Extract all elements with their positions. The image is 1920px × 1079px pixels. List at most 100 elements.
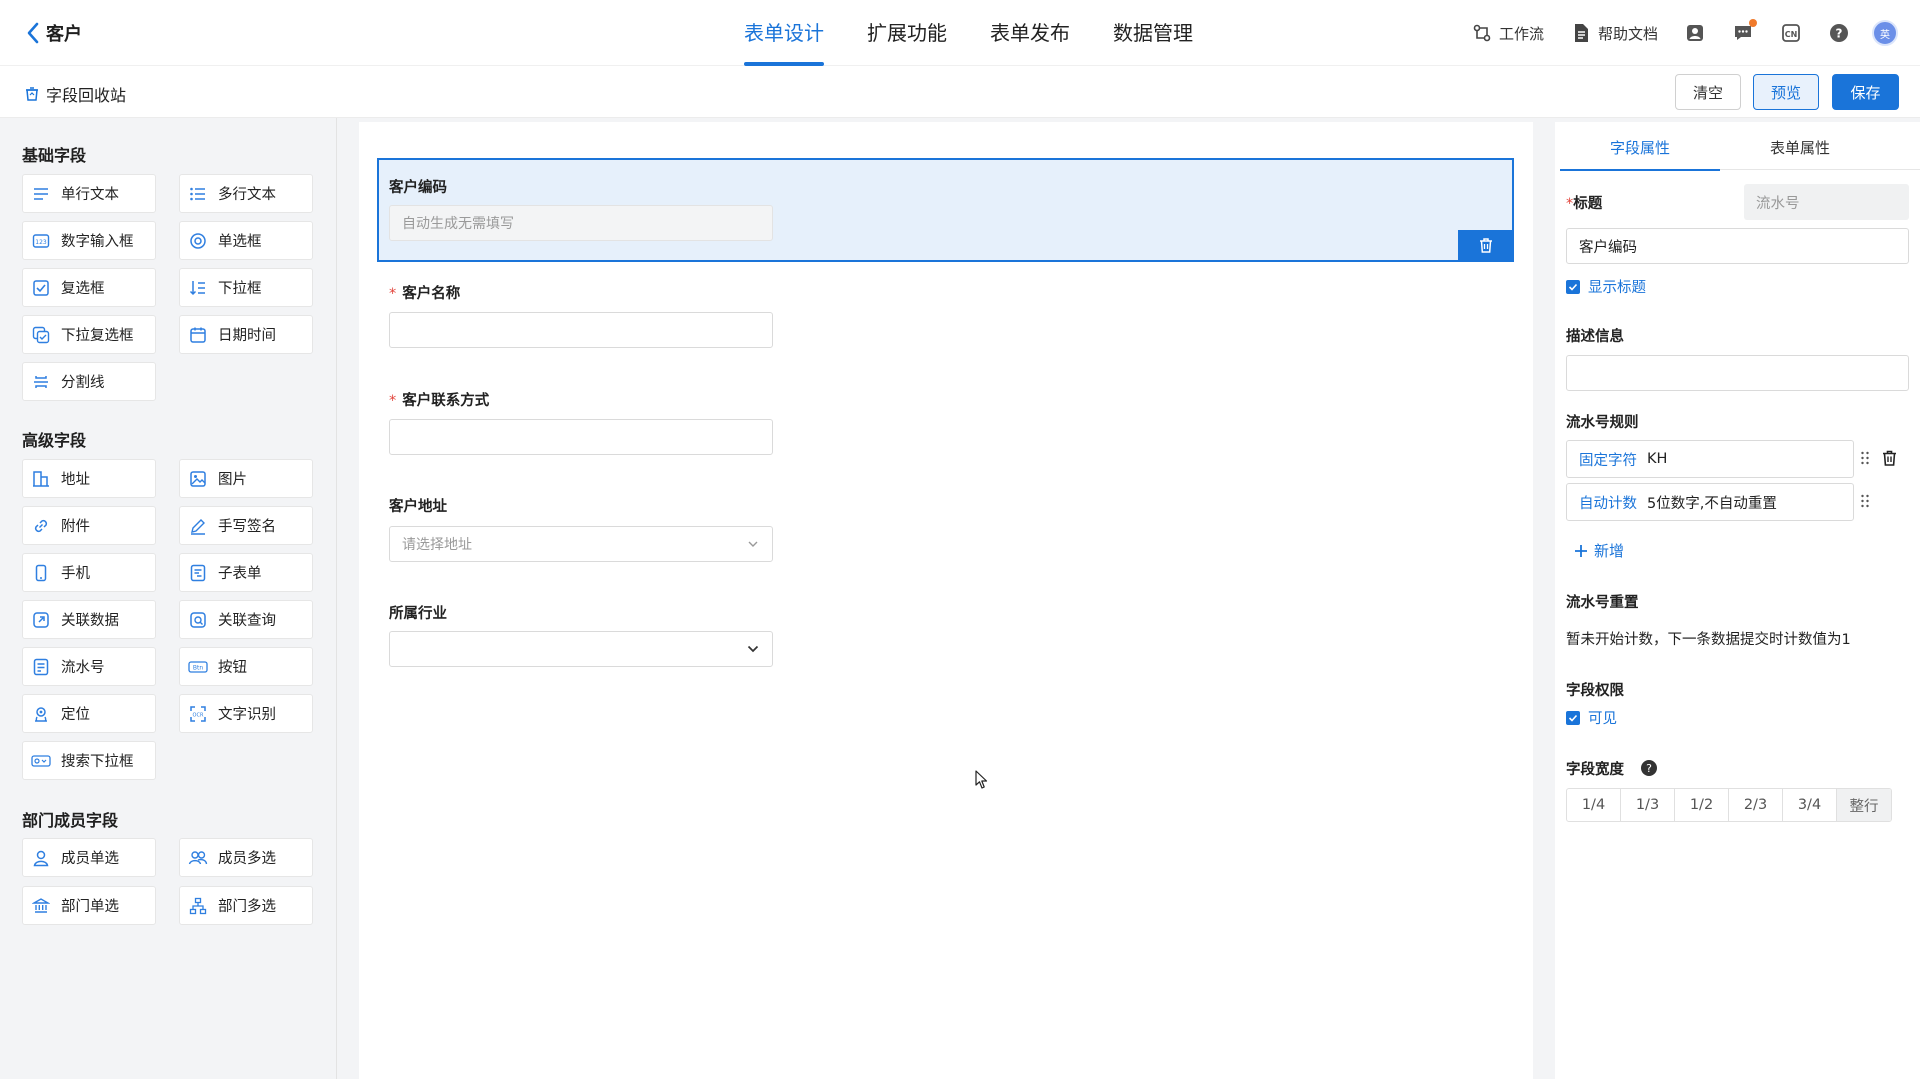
svg-text:OCR: OCR: [193, 712, 204, 718]
palette-item-ocr[interactable]: OCR 文字识别: [179, 694, 313, 733]
add-rule-button[interactable]: 新增: [1574, 540, 1624, 561]
tab-form-publish[interactable]: 表单发布: [990, 0, 1070, 66]
workflow-icon: [1471, 22, 1493, 44]
palette-item-address[interactable]: 地址: [22, 459, 156, 498]
tab-form-design[interactable]: 表单设计: [744, 0, 824, 66]
palette-item-dropdown[interactable]: 下拉框: [179, 268, 313, 307]
preview-button[interactable]: 预览: [1753, 74, 1819, 110]
customer-code-input: 自动生成无需填写: [389, 205, 773, 241]
palette-item-label: 子表单: [218, 566, 262, 582]
width-option-full-row[interactable]: 整行: [1837, 789, 1891, 821]
palette-item-datetime[interactable]: 日期时间: [179, 315, 313, 354]
serial-rule-row[interactable]: 自动计数 5位数字,不自动重置: [1566, 483, 1854, 521]
palette-item-label: 文字识别: [218, 707, 276, 723]
help-doc-button[interactable]: 帮助文档: [1570, 22, 1658, 44]
rule-value: KH: [1647, 451, 1668, 467]
serial-rule-row[interactable]: 固定字符 KH: [1566, 440, 1854, 478]
tab-data-management[interactable]: 数据管理: [1113, 0, 1193, 66]
industry-select[interactable]: [389, 631, 773, 667]
palette-item-image[interactable]: 图片: [179, 459, 313, 498]
pen-icon: [188, 516, 208, 536]
field-recycle-bin[interactable]: 字段回收站: [24, 82, 126, 106]
palette-item-label: 按钮: [218, 660, 247, 676]
customer-name-input[interactable]: [389, 312, 773, 348]
palette-item-divider[interactable]: 分割线: [22, 362, 156, 401]
palette-item-single-text[interactable]: 单行文本: [22, 174, 156, 213]
header-tools: 工作流 帮助文档 CN ? 英: [1445, 19, 1898, 46]
palette-item-button[interactable]: Btn 按钮: [179, 647, 313, 686]
palette-item-label: 关联数据: [61, 613, 119, 629]
delete-rule-trash-icon[interactable]: [1882, 450, 1897, 466]
customer-address-label: 客户地址: [389, 499, 447, 515]
description-label: 描述信息: [1566, 329, 1624, 345]
palette-item-label: 手机: [61, 566, 90, 582]
palette-item-member-multi[interactable]: 成员多选: [179, 838, 313, 877]
palette-item-multi-text[interactable]: 多行文本: [179, 174, 313, 213]
customer-contact-input[interactable]: [389, 419, 773, 455]
palette-item-linked-query[interactable]: 关联查询: [179, 600, 313, 639]
customer-code-label: 客户编码: [389, 180, 447, 196]
check-icon: [1566, 710, 1580, 725]
palette-item-dept-single[interactable]: 部门单选: [22, 886, 156, 925]
title-input[interactable]: 客户编码: [1566, 228, 1909, 264]
tab-field-properties[interactable]: 字段属性: [1560, 126, 1720, 171]
org-chart-icon: [188, 896, 208, 916]
help-button[interactable]: ?: [1828, 22, 1850, 44]
language-button[interactable]: CN: [1780, 22, 1802, 44]
palette-item-location[interactable]: 定位: [22, 694, 156, 733]
basic-fields-title: 基础字段: [22, 146, 87, 165]
palette-item-number[interactable]: 123 数字输入框: [22, 221, 156, 260]
palette-item-radio[interactable]: 单选框: [179, 221, 313, 260]
width-option[interactable]: 3/4: [1783, 789, 1837, 821]
width-option[interactable]: 2/3: [1729, 789, 1783, 821]
user-avatar[interactable]: 英: [1872, 20, 1898, 46]
show-title-checkbox[interactable]: 显示标题: [1566, 276, 1646, 297]
width-option[interactable]: 1/3: [1621, 789, 1675, 821]
customer-address-select[interactable]: 请选择地址: [389, 526, 773, 562]
save-button[interactable]: 保存: [1832, 74, 1899, 110]
clear-button[interactable]: 清空: [1675, 74, 1741, 110]
tab-form-properties[interactable]: 表单属性: [1720, 126, 1880, 170]
field-width-label: 字段宽度: [1566, 762, 1624, 778]
palette-item-label: 图片: [218, 472, 247, 488]
workflow-button[interactable]: 工作流: [1471, 22, 1544, 44]
field-width-selector: 1/4 1/3 1/2 2/3 3/4 整行: [1566, 788, 1892, 822]
palette-item-label: 成员单选: [61, 851, 119, 867]
palette-item-label: 下拉复选框: [61, 328, 134, 344]
trash-icon: [1479, 238, 1493, 253]
width-option[interactable]: 1/2: [1675, 789, 1729, 821]
palette-item-linked-data[interactable]: 关联数据: [22, 600, 156, 639]
palette-item-label: 成员多选: [218, 851, 276, 867]
tab-extensions[interactable]: 扩展功能: [867, 0, 947, 66]
palette-item-checkbox[interactable]: 复选框: [22, 268, 156, 307]
palette-item-label: 日期时间: [218, 328, 276, 344]
back-button[interactable]: 客户: [26, 20, 82, 46]
palette-item-serial-number[interactable]: 流水号: [22, 647, 156, 686]
palette-item-phone[interactable]: 手机: [22, 553, 156, 592]
palette-item-attachment[interactable]: 附件: [22, 506, 156, 545]
contacts-button[interactable]: [1684, 22, 1706, 44]
width-option[interactable]: 1/4: [1567, 789, 1621, 821]
palette-item-search-dropdown[interactable]: 搜索下拉框: [22, 741, 156, 780]
palette-item-dropdown-multi[interactable]: 下拉复选框: [22, 315, 156, 354]
visible-label: 可见: [1588, 711, 1617, 727]
svg-text:?: ?: [1836, 27, 1843, 41]
title-prop-label: *标题: [1566, 192, 1602, 213]
button-icon: Btn: [188, 657, 208, 677]
description-input[interactable]: [1566, 355, 1909, 391]
messages-button[interactable]: [1732, 19, 1757, 44]
delete-field-button[interactable]: [1458, 230, 1513, 261]
image-icon: [188, 469, 208, 489]
visible-checkbox[interactable]: 可见: [1566, 707, 1617, 728]
palette-item-signature[interactable]: 手写签名: [179, 506, 313, 545]
palette-item-dept-multi[interactable]: 部门多选: [179, 886, 313, 925]
drag-handle-icon[interactable]: [1860, 451, 1870, 465]
linked-query-icon: [188, 610, 208, 630]
user-icon: [31, 848, 51, 868]
drag-handle-icon[interactable]: [1860, 494, 1870, 508]
link-icon: [31, 516, 51, 536]
help-icon[interactable]: ?: [1641, 760, 1657, 776]
palette-item-subform[interactable]: 子表单: [179, 553, 313, 592]
palette-item-member-single[interactable]: 成员单选: [22, 838, 156, 877]
phone-icon: [31, 563, 51, 583]
